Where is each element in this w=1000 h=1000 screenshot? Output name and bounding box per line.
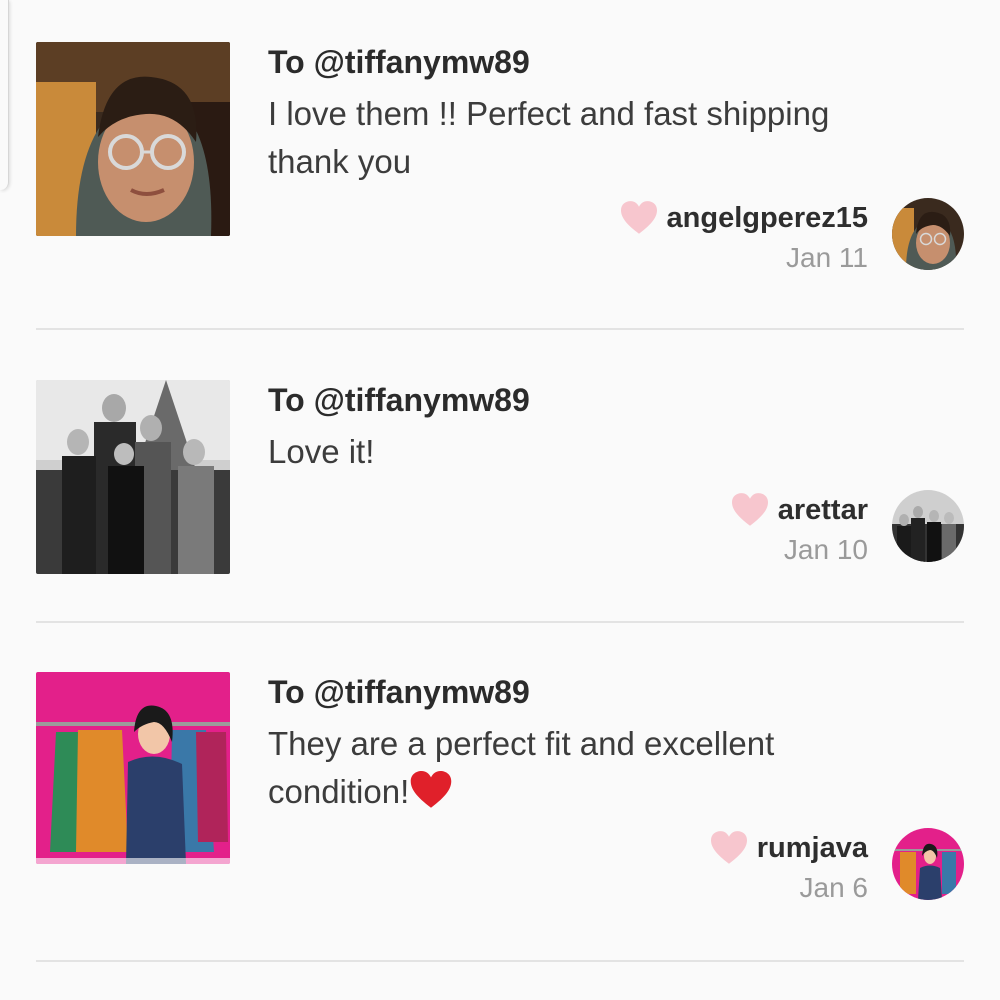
review-recipient[interactable]: To @tiffanymw89	[268, 382, 530, 419]
review-photo[interactable]	[36, 42, 230, 236]
review-comment: I love them !! Perfect and fast shipping…	[268, 95, 830, 180]
review-photo[interactable]	[36, 672, 230, 864]
review-item: To @tiffanymw89 I love them !! Perfect a…	[36, 42, 964, 292]
review-item: To @tiffanymw89 They are a perfect fit a…	[36, 672, 964, 912]
divider	[36, 621, 964, 623]
review-username[interactable]: rumjava	[757, 832, 868, 865]
review-comment: Love it!	[268, 433, 375, 470]
review-comment-text: They are a perfect fit and excellent con…	[268, 725, 775, 810]
reviewer-avatar[interactable]	[892, 490, 964, 562]
review-username[interactable]: arettar	[778, 494, 868, 527]
review-date: Jan 10	[783, 534, 868, 565]
review-username[interactable]: angelgperez15	[667, 202, 868, 235]
review-photo[interactable]	[36, 380, 230, 574]
review-item: To @tiffanymw89 Love it! arettar Jan 10	[36, 380, 964, 580]
review-author[interactable]: angelgperez15	[620, 198, 868, 238]
review-recipient[interactable]: To @tiffanymw89	[268, 674, 530, 711]
divider	[36, 328, 964, 330]
reviewer-avatar[interactable]	[892, 198, 964, 270]
review-recipient[interactable]: To @tiffanymw89	[268, 44, 530, 81]
review-date: Jan 6	[799, 872, 869, 903]
heart-icon[interactable]	[710, 830, 747, 866]
reviewer-avatar[interactable]	[892, 828, 964, 900]
red-heart-icon	[410, 771, 452, 808]
heart-icon[interactable]	[731, 492, 768, 528]
review-author[interactable]: rumjava	[710, 828, 868, 868]
divider	[36, 960, 964, 962]
review-date: Jan 11	[786, 242, 868, 273]
previous-panel-edge	[0, 0, 9, 190]
review-comment: They are a perfect fit and excellent con…	[268, 720, 908, 816]
heart-icon[interactable]	[620, 200, 657, 236]
review-author[interactable]: arettar	[731, 490, 868, 530]
